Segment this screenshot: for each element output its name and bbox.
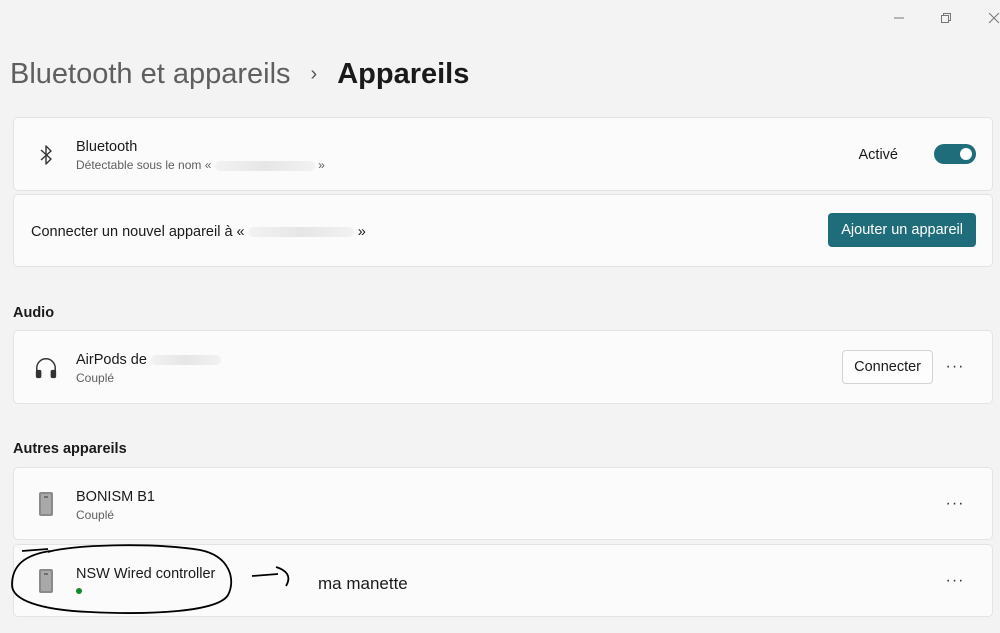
connected-status-dot [76, 588, 82, 594]
close-icon [988, 12, 1000, 24]
redacted-name [248, 227, 354, 238]
device-card-nsw-controller[interactable]: NSW Wired controller ··· [13, 544, 993, 617]
breadcrumb: Bluetooth et appareils › Appareils [10, 58, 469, 91]
device-status: Couplé [76, 371, 115, 385]
bluetooth-subtitle-suffix: » [318, 158, 325, 172]
device-card-airpods[interactable]: AirPods de Couplé Connecter ··· [13, 330, 993, 404]
bluetooth-toggle[interactable] [934, 144, 976, 164]
add-device-label-suffix: » [357, 224, 366, 240]
other-devices-heading: Autres appareils [13, 441, 127, 457]
device-name: NSW Wired controller [76, 566, 216, 582]
toggle-state-label: Activé [858, 147, 899, 163]
more-options-icon[interactable]: ··· [942, 568, 968, 594]
device-name: AirPods de [76, 352, 221, 368]
bluetooth-subtitle-prefix: Détectable sous le nom « [76, 158, 212, 172]
restore-icon [941, 13, 951, 23]
annotation-text: ma manette [318, 574, 408, 593]
device-card-bonism[interactable]: BONISM B1 Couplé ··· [13, 467, 993, 540]
redacted-name [150, 355, 221, 366]
more-options-icon[interactable]: ··· [942, 354, 968, 380]
close-button[interactable] [982, 8, 1000, 28]
page-title: Appareils [337, 58, 470, 90]
bluetooth-icon [34, 140, 58, 170]
redacted-name [214, 160, 315, 171]
add-device-card: Connecter un nouvel appareil à « » Ajout… [13, 194, 993, 267]
bluetooth-card: Bluetooth Détectable sous le nom « » Act… [13, 117, 993, 191]
more-options-icon[interactable]: ··· [942, 491, 968, 517]
breadcrumb-separator-icon: › [310, 63, 318, 85]
minimize-icon [894, 17, 904, 19]
minimize-button[interactable] [887, 8, 911, 28]
device-status: Couplé [76, 508, 115, 522]
add-device-label: Connecter un nouvel appareil à « » [31, 224, 366, 240]
add-device-label-prefix: Connecter un nouvel appareil à « [31, 224, 245, 240]
device-name: BONISM B1 [76, 489, 155, 505]
add-device-button[interactable]: Ajouter un appareil [828, 213, 976, 247]
toggle-knob [960, 148, 972, 160]
device-icon [34, 566, 58, 596]
connect-button[interactable]: Connecter [842, 350, 933, 384]
breadcrumb-parent[interactable]: Bluetooth et appareils [10, 58, 291, 91]
device-name-text: AirPods de [76, 352, 147, 368]
device-icon [34, 489, 58, 519]
headphones-icon [34, 353, 58, 383]
restore-button[interactable] [934, 8, 958, 28]
bluetooth-title: Bluetooth [76, 139, 138, 155]
bluetooth-subtitle: Détectable sous le nom « » [76, 158, 325, 172]
audio-heading: Audio [13, 305, 55, 321]
